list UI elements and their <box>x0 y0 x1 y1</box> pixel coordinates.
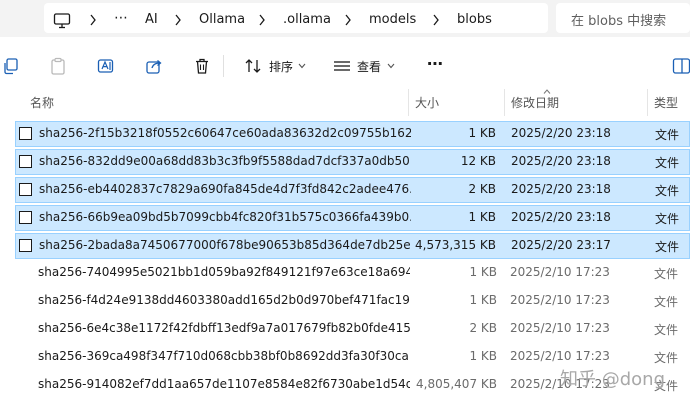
file-modified-date: 2025/2/20 23:18 <box>511 182 611 196</box>
row-checkbox[interactable] <box>19 239 32 252</box>
file-row[interactable]: sha256-7404995e5021bb1d059ba92f849121f97… <box>15 261 690 287</box>
file-size: 1 KB <box>468 210 496 224</box>
file-size: 1 KB <box>469 349 497 363</box>
row-checkbox[interactable] <box>19 127 32 140</box>
breadcrumb-item-ai[interactable]: AI <box>145 12 158 27</box>
chevron-right-icon[interactable] <box>258 14 266 26</box>
file-row[interactable]: sha256-6e4c38e1172f42fdbff13edf9a7a01767… <box>15 317 690 343</box>
row-checkbox[interactable] <box>19 211 32 224</box>
chevron-down-icon <box>387 63 395 69</box>
rename-icon[interactable] <box>97 57 115 75</box>
view-button[interactable]: 查看 <box>330 50 400 80</box>
more-options-button[interactable]: ⋯ <box>427 54 444 73</box>
file-modified-date: 2025/2/20 23:18 <box>511 154 611 168</box>
view-list-icon <box>334 61 350 71</box>
file-size: 12 KB <box>460 154 496 168</box>
file-name: sha256-66b9ea09bd5b7099cbb4fc820f31b575c… <box>39 210 411 224</box>
file-size: 1 KB <box>468 126 496 140</box>
sort-button[interactable]: 排序 <box>240 50 310 80</box>
file-row[interactable]: sha256-eb4402837c7829a690fa845de4d7f3fd8… <box>15 177 690 203</box>
file-name: sha256-eb4402837c7829a690fa845de4d7f3fd8… <box>39 182 411 196</box>
delete-icon[interactable] <box>193 57 211 75</box>
file-name: sha256-7404995e5021bb1d059ba92f849121f97… <box>38 265 410 279</box>
row-checkbox[interactable] <box>19 155 32 168</box>
paste-icon[interactable] <box>49 57 67 75</box>
file-row[interactable]: sha256-2f15b3218f0552c60647ce60ada83632d… <box>15 121 690 147</box>
breadcrumb-overflow[interactable]: ⋯ <box>114 10 128 26</box>
file-modified-date: 2025/2/10 17:23 <box>510 349 610 363</box>
file-size: 2 KB <box>469 321 497 335</box>
toolbar-divider <box>223 55 224 77</box>
sort-icon <box>245 59 261 73</box>
file-modified-date: 2025/2/10 17:23 <box>510 321 610 335</box>
watermark-text: 知乎 @dong <box>560 369 665 390</box>
file-modified-date: 2025/2/20 23:17 <box>511 238 611 252</box>
file-type: 文件 <box>655 156 680 170</box>
file-row[interactable]: sha256-f4d24e9138dd4603380add165d2b0d970… <box>15 289 690 315</box>
chevron-right-icon[interactable] <box>432 14 440 26</box>
copy-icon[interactable] <box>2 57 20 75</box>
file-modified-date: 2025/2/20 23:18 <box>511 126 611 140</box>
search-placeholder: 在 blobs 中搜索 <box>571 14 667 29</box>
column-divider[interactable] <box>408 89 409 116</box>
view-label: 查看 <box>357 60 382 74</box>
breadcrumb-item-blobs[interactable]: blobs <box>457 12 492 27</box>
file-name: sha256-914082ef7dd1aa657de1107e8584e82f6… <box>38 377 410 391</box>
column-divider[interactable] <box>504 89 505 116</box>
column-header-size[interactable]: 大小 <box>415 94 439 114</box>
file-type: 文件 <box>655 212 680 226</box>
file-type: 文件 <box>654 267 679 281</box>
file-row[interactable]: sha256-2bada8a7450677000f678be90653b85d3… <box>15 233 690 259</box>
file-row[interactable]: sha256-832dd9e00a68dd83b3c3fb9f5588dad7d… <box>15 149 690 175</box>
chevron-right-icon[interactable] <box>174 14 182 26</box>
sort-label: 排序 <box>269 60 294 74</box>
row-checkbox[interactable] <box>19 183 32 196</box>
file-name: sha256-f4d24e9138dd4603380add165d2b0d970… <box>38 293 410 307</box>
file-modified-date: 2025/2/20 23:18 <box>511 210 611 224</box>
watermark: 知乎 @dong <box>560 365 690 401</box>
breadcrumb-item-models[interactable]: models <box>369 12 416 27</box>
file-type: 文件 <box>655 128 680 142</box>
file-type: 文件 <box>655 184 680 198</box>
file-name: sha256-369ca498f347f710d068cbb38bf0b8692… <box>38 349 410 363</box>
file-row[interactable]: sha256-66b9ea09bd5b7099cbb4fc820f31b575c… <box>15 205 690 231</box>
file-type: 文件 <box>654 323 679 337</box>
details-pane-icon[interactable] <box>672 57 690 75</box>
file-size: 4,805,407 KB <box>416 377 497 391</box>
chevron-down-icon <box>298 63 306 69</box>
file-size: 4,573,315 KB <box>415 238 496 252</box>
share-icon[interactable] <box>145 57 163 75</box>
address-bar[interactable]: ⋯ AI Ollama .ollama models blobs <box>44 3 548 33</box>
file-size: 1 KB <box>469 293 497 307</box>
file-type: 文件 <box>655 240 680 254</box>
file-name: sha256-832dd9e00a68dd83b3c3fb9f5588dad7d… <box>39 154 411 168</box>
file-name: sha256-2f15b3218f0552c60647ce60ada83632d… <box>39 126 411 140</box>
file-modified-date: 2025/2/10 17:23 <box>510 265 610 279</box>
address-bar-row: ⋯ AI Ollama .ollama models blobs 在 blobs… <box>0 0 690 37</box>
file-type: 文件 <box>654 351 679 365</box>
chevron-right-icon[interactable] <box>89 14 97 26</box>
file-name: sha256-2bada8a7450677000f678be90653b85d3… <box>39 238 411 252</box>
breadcrumb-item-ollama[interactable]: Ollama <box>199 12 245 27</box>
file-size: 1 KB <box>469 265 497 279</box>
search-input[interactable]: 在 blobs 中搜索 <box>556 3 690 33</box>
file-modified-date: 2025/2/10 17:23 <box>510 293 610 307</box>
this-pc-icon[interactable] <box>53 12 71 30</box>
breadcrumb-item-dot-ollama[interactable]: .ollama <box>283 12 331 27</box>
file-name: sha256-6e4c38e1172f42fdbff13edf9a7a01767… <box>38 321 410 335</box>
column-header-type[interactable]: 类型 <box>654 94 678 114</box>
file-size: 2 KB <box>468 182 496 196</box>
column-header-name[interactable]: 名称 <box>30 94 54 114</box>
chevron-right-icon[interactable] <box>344 14 352 26</box>
file-type: 文件 <box>654 295 679 309</box>
column-header-modified[interactable]: 修改日期 <box>511 94 559 114</box>
column-divider[interactable] <box>647 89 648 116</box>
